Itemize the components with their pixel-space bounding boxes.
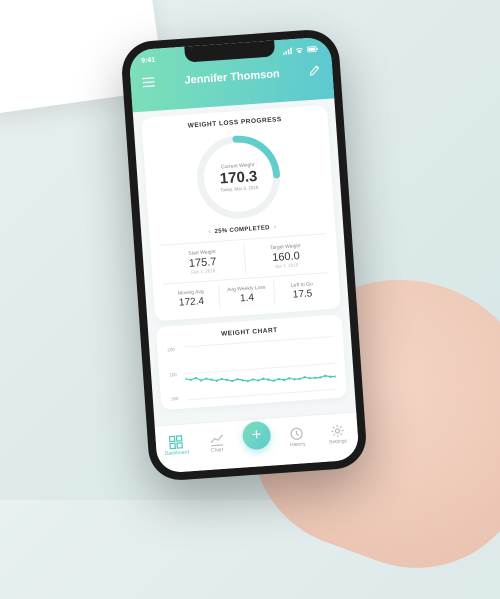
battery-icon xyxy=(307,45,320,55)
start-weight-col: Start Weight 175.7 Feb 1, 2018 xyxy=(160,244,244,280)
weight-gauge: Current Weight 170.3 Today, Mar 8, 2018 xyxy=(191,129,287,225)
status-time: 9:41 xyxy=(141,57,156,67)
signal-icon xyxy=(283,47,293,57)
page-title: Jennifer Thomson xyxy=(184,68,280,87)
left-value: 17.5 xyxy=(275,287,330,302)
moving-avg-value: 172.4 xyxy=(164,295,219,310)
nav-history[interactable]: History xyxy=(276,425,318,449)
nav-chart[interactable]: Chart xyxy=(196,431,238,455)
left-to-go-col: Left to Go 17.5 xyxy=(273,277,330,305)
nav-label: Chart xyxy=(211,447,224,454)
y-tick: 180 xyxy=(169,371,183,377)
wifi-icon xyxy=(295,46,305,56)
y-tick: 160 xyxy=(171,395,185,401)
edit-icon[interactable] xyxy=(309,62,321,81)
nav-settings[interactable]: Settings xyxy=(317,423,359,447)
dashboard-icon xyxy=(169,435,184,450)
target-weight-col: Target Weight 160.0 Apr 1, 2018 xyxy=(243,238,328,274)
chart-icon xyxy=(209,432,224,447)
phone-frame: 9:41 xyxy=(120,28,368,482)
completed-text: 25% COMPLETED xyxy=(214,225,270,235)
add-button[interactable]: + xyxy=(242,420,272,450)
moving-avg-col: Moving Avg 172.4 xyxy=(163,285,219,313)
menu-icon[interactable] xyxy=(142,74,155,93)
nav-label: History xyxy=(290,441,306,448)
nav-add[interactable]: + xyxy=(236,430,278,451)
chevron-left-icon: ‹ xyxy=(208,228,211,235)
phone-screen: 9:41 xyxy=(128,36,359,473)
plus-icon: + xyxy=(251,426,262,445)
content-area: WEIGHT LOSS PROGRESS Curren xyxy=(133,98,356,425)
settings-icon xyxy=(330,423,345,438)
weight-chart[interactable]: 200 180 160 xyxy=(167,336,336,401)
weekly-loss-col: Avg Weekly Loss 1.4 xyxy=(218,281,275,309)
chart-plot xyxy=(183,336,336,400)
y-tick: 200 xyxy=(167,347,181,353)
nav-dashboard[interactable]: Dashboard xyxy=(155,434,197,458)
nav-label: Dashboard xyxy=(164,449,189,457)
chevron-right-icon: › xyxy=(274,224,277,231)
history-icon xyxy=(290,426,305,441)
chart-card: WEIGHT CHART 200 180 160 xyxy=(156,314,347,410)
progress-card: WEIGHT LOSS PROGRESS Curren xyxy=(141,105,341,321)
nav-label: Settings xyxy=(329,438,347,445)
